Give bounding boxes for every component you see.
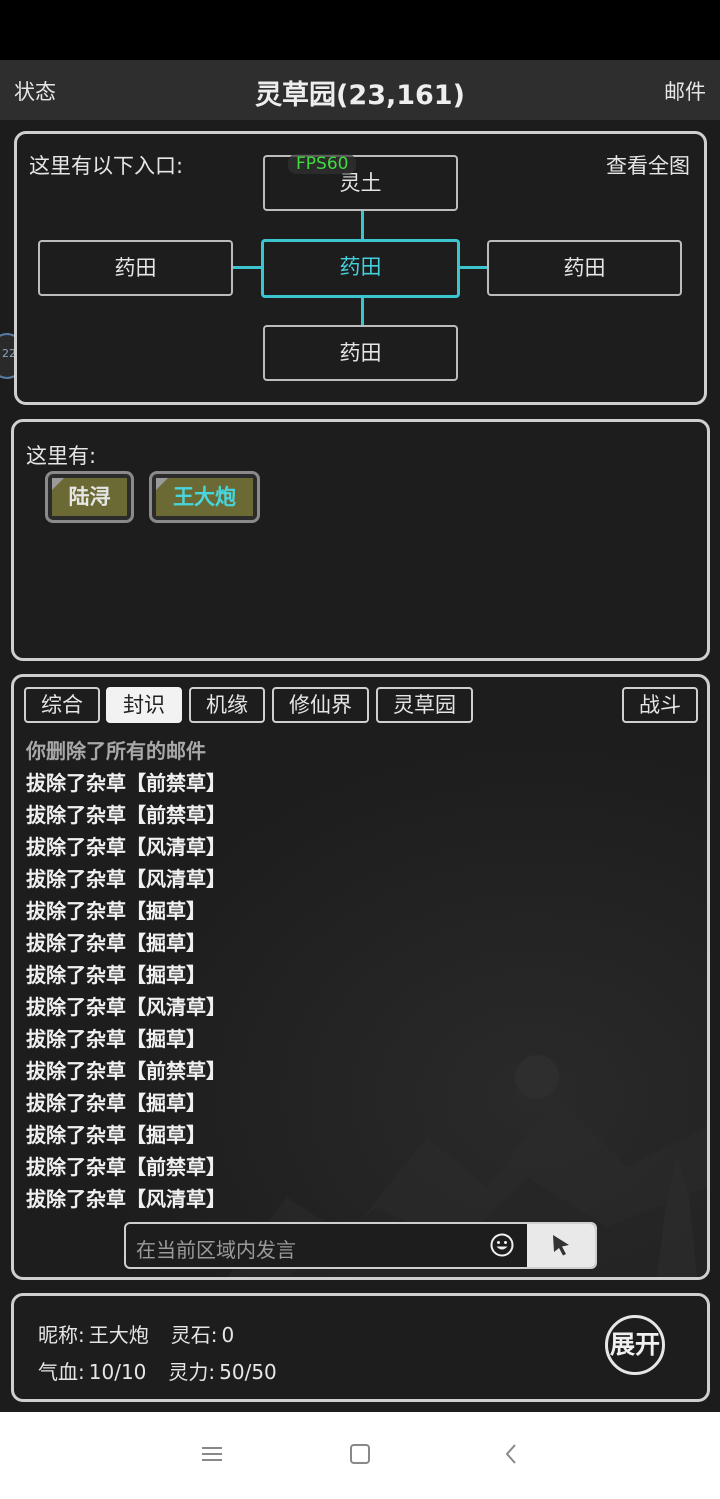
spirit-stone-label: 灵石: bbox=[170, 1323, 218, 1347]
message-list: 你删除了所有的邮件 拔除了杂草【前禁草】 拔除了杂草【前禁草】 拔除了杂草【风清… bbox=[26, 735, 226, 1215]
chat-panel: 综合 封识 机缘 修仙界 灵草园 战斗 你删除了所有的邮件 拔除了杂草【前禁草】… bbox=[11, 674, 710, 1280]
map-panel: 这里有以下入口: 查看全图 灵土 药田 药田 药田 药田 bbox=[14, 131, 707, 405]
player-stats-panel: 昵称: 王大炮 灵石: 0 气血: 10/10 灵力: 50/50 展开 bbox=[11, 1293, 710, 1402]
list-item: 拔除了杂草【前禁草】 bbox=[26, 1155, 226, 1179]
list-item: 拔除了杂草【风清草】 bbox=[26, 995, 226, 1019]
list-item: 拔除了杂草【掘草】 bbox=[26, 963, 206, 987]
map-node-east[interactable]: 药田 bbox=[487, 240, 682, 296]
mp-label: 灵力: bbox=[168, 1360, 216, 1384]
back-chevron-icon[interactable] bbox=[500, 1442, 524, 1466]
connector-south bbox=[361, 296, 364, 325]
tab-herb-garden[interactable]: 灵草园 bbox=[376, 687, 473, 723]
list-item: 你删除了所有的邮件 bbox=[26, 739, 206, 763]
list-item: 拔除了杂草【前禁草】 bbox=[26, 1059, 226, 1083]
system-nav-bar bbox=[0, 1412, 720, 1499]
tab-seal[interactable]: 封识 bbox=[106, 687, 182, 723]
connector-north bbox=[361, 211, 364, 239]
list-item: 拔除了杂草【风清草】 bbox=[26, 867, 226, 891]
tab-immortal-world[interactable]: 修仙界 bbox=[272, 687, 369, 723]
here-panel: 这里有: 陆浔 王大炮 bbox=[11, 419, 710, 661]
location-title: 灵草园(23,161) bbox=[255, 80, 465, 111]
list-item: 拔除了杂草【掘草】 bbox=[26, 1091, 206, 1115]
map-node-current[interactable]: 药田 bbox=[261, 239, 460, 298]
stats-row-1: 昵称: 王大炮 灵石: 0 bbox=[38, 1319, 238, 1348]
fps-counter: FPS60 bbox=[288, 154, 357, 174]
spirit-stone-value: 0 bbox=[221, 1323, 235, 1347]
tab-general[interactable]: 综合 bbox=[24, 687, 100, 723]
list-item: 拔除了杂草【掘草】 bbox=[26, 1123, 206, 1147]
top-bar: 状态 灵草园(23,161) 邮件 bbox=[0, 60, 720, 120]
list-item: 拔除了杂草【掘草】 bbox=[26, 899, 206, 923]
npc-button[interactable]: 王大炮 bbox=[149, 471, 260, 523]
tab-fortune[interactable]: 机缘 bbox=[189, 687, 265, 723]
connector-east bbox=[459, 266, 489, 269]
send-cursor-icon bbox=[553, 1235, 569, 1256]
npc-name: 陆浔 bbox=[52, 478, 127, 516]
hp-label: 气血: bbox=[38, 1360, 85, 1384]
status-bar bbox=[0, 0, 720, 60]
tab-battle[interactable]: 战斗 bbox=[622, 687, 698, 723]
list-item: 拔除了杂草【掘草】 bbox=[26, 931, 206, 955]
chat-input[interactable]: 在当前区域内发言 bbox=[124, 1222, 597, 1269]
mp-value: 50/50 bbox=[219, 1360, 277, 1384]
map-node-south[interactable]: 药田 bbox=[263, 325, 458, 381]
list-item: 拔除了杂草【前禁草】 bbox=[26, 771, 226, 795]
mail-link[interactable]: 邮件 bbox=[664, 76, 706, 106]
stats-row-2: 气血: 10/10 灵力: 50/50 bbox=[38, 1356, 281, 1385]
game-screen: 状态 灵草园(23,161) 邮件 22 这里有以下入口: 查看全图 灵土 药田… bbox=[0, 60, 720, 1412]
emoji-icon[interactable] bbox=[490, 1233, 514, 1257]
view-full-map-button[interactable]: 查看全图 bbox=[606, 150, 690, 180]
menu-icon[interactable] bbox=[200, 1442, 224, 1466]
connector-west bbox=[233, 266, 263, 269]
list-item: 拔除了杂草【前禁草】 bbox=[26, 803, 226, 827]
nickname-value: 王大炮 bbox=[88, 1323, 149, 1347]
list-item: 拔除了杂草【风清草】 bbox=[26, 835, 226, 859]
list-item: 拔除了杂草【风清草】 bbox=[26, 1187, 226, 1211]
list-item: 拔除了杂草【掘草】 bbox=[26, 1027, 206, 1051]
map-entrances-label: 这里有以下入口: bbox=[29, 154, 184, 178]
here-label: 这里有: bbox=[26, 444, 97, 468]
home-square-icon[interactable] bbox=[348, 1442, 372, 1466]
hp-value: 10/10 bbox=[88, 1360, 147, 1384]
npc-name: 王大炮 bbox=[156, 478, 253, 516]
send-button[interactable] bbox=[527, 1224, 595, 1267]
chat-input-placeholder: 在当前区域内发言 bbox=[136, 1238, 296, 1262]
expand-button[interactable]: 展开 bbox=[605, 1315, 665, 1375]
npc-button[interactable]: 陆浔 bbox=[45, 471, 134, 523]
map-node-west[interactable]: 药田 bbox=[38, 240, 233, 296]
nickname-label: 昵称: bbox=[38, 1323, 85, 1347]
